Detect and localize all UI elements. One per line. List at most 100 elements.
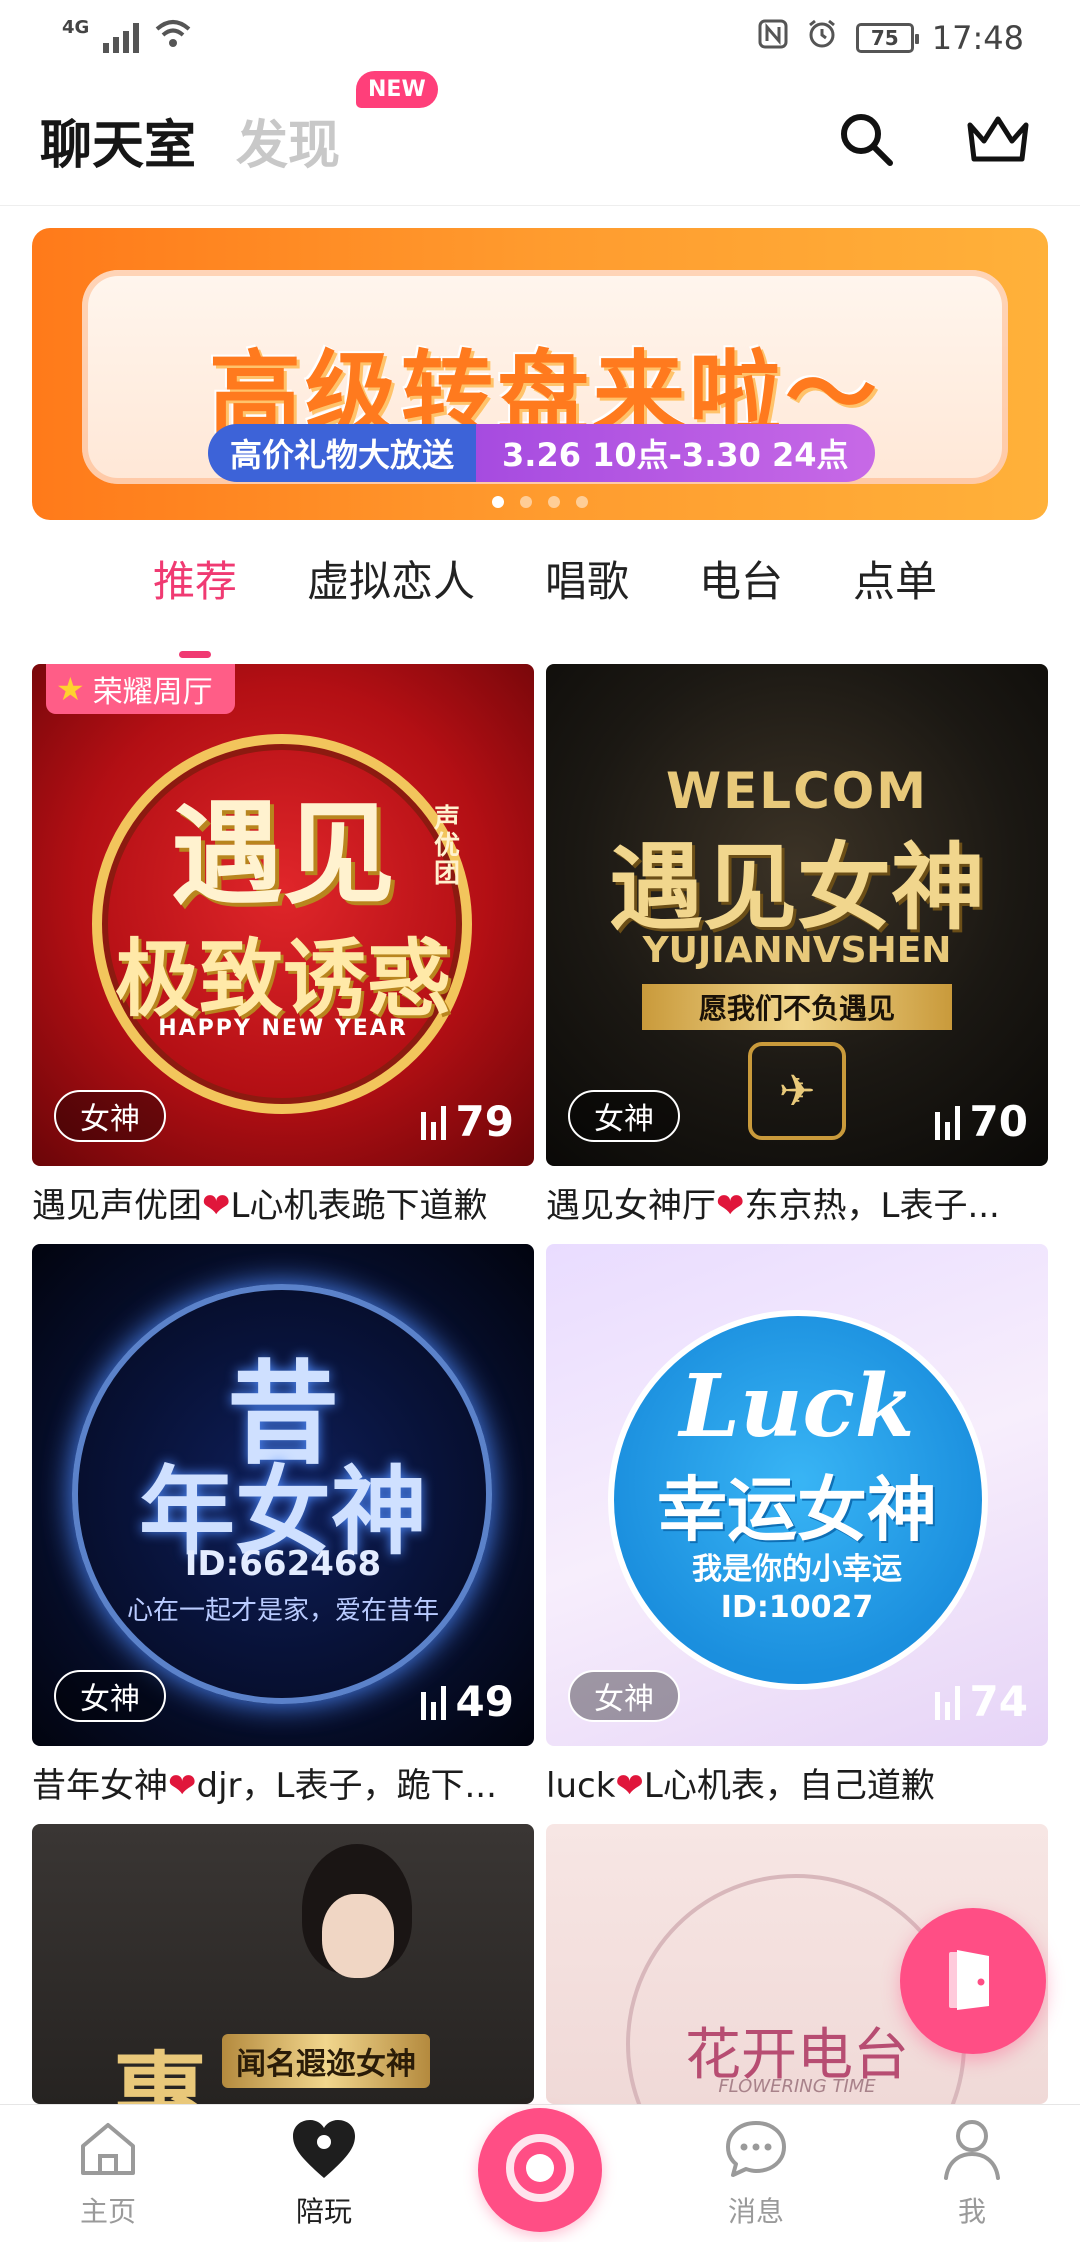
promo-banner[interactable]: 高级转盘来啦～ 高价礼物大放送 3.26 10点-3.30 24点 [32,228,1048,520]
heart-icon: ❤ [168,1766,197,1806]
room-card[interactable]: 惠 闻名遐迩女神 [32,1824,534,2104]
category-tab-virtual-lover[interactable]: 虚拟恋人 [307,548,475,638]
cover-title-1: 遇见女神 [608,834,985,943]
listener-count-value: 79 [455,1097,514,1146]
pagination-dot [520,496,532,508]
cover-subtitle: HAPPY NEW YEAR [158,1016,408,1041]
tab-discover[interactable]: 发现 NEW [236,71,438,178]
bird-logo-icon: ✈ [748,1042,846,1140]
category-tab-order[interactable]: 点单 [853,548,937,638]
room-card[interactable]: WELCOM 遇见女神 YUJIANNVSHEN 愿我们不负遇见 ✈ 女神 70… [546,664,1048,1227]
listener-count: 49 [420,1677,514,1726]
listener-count-value: 49 [455,1677,514,1726]
pagination-dot [576,496,588,508]
nav-home-label: 主页 [79,2195,136,2228]
room-card[interactable]: 遇见 声优团 极致诱惑 HAPPY NEW YEAR ★ 荣耀周厅 女神 79 … [32,664,534,1227]
door-icon [943,1944,1003,2018]
cover-id: ID:10027 [720,1590,874,1625]
battery-level: 75 [870,26,899,50]
banner-pagination [32,496,1048,508]
signal-icon [103,23,140,53]
room-title: 昔年女神❤djr，L表子，跪下... [32,1766,497,1806]
room-title: 遇见声优团❤L心机表跪下道歉 [32,1186,488,1226]
new-badge: NEW [356,71,438,108]
cover-title-1: 闻名遐迩女神 [222,2034,430,2088]
status-bar: 4G 75 17:48 [0,0,1080,76]
room-tag: 女神 [568,1090,680,1142]
alarm-icon [806,18,838,58]
star-icon: ★ [56,670,85,708]
listener-count-value: 70 [969,1097,1028,1146]
floating-room-button[interactable] [900,1908,1046,2054]
room-tag: 女神 [568,1670,680,1722]
cover-subtitle: 我是你的小幸运 [692,1552,902,1587]
pagination-dot [548,496,560,508]
banner-pill-left: 高价礼物大放送 [208,424,477,482]
center-play-button[interactable] [478,2108,602,2232]
audio-bars-icon [934,1104,960,1140]
cover-roman-text: YUJIANNVSHEN [642,930,952,971]
cover-script: Luck [679,1356,915,1457]
audio-bars-icon [420,1684,446,1720]
nav-me-label: 我 [957,2195,986,2228]
room-tag: 女神 [54,1670,166,1722]
category-tab-singing[interactable]: 唱歌 [545,548,629,638]
tab-chatroom[interactable]: 聊天室 [40,103,196,178]
room-cover: Luck 幸运女神 我是你的小幸运 ID:10027 女神 74 [546,1244,1048,1746]
nav-play[interactable]: 陪玩 [216,2105,432,2242]
honor-badge: ★ 荣耀周厅 [46,664,235,714]
audio-bars-icon [420,1104,446,1140]
cover-title-2: 极致诱惑 [114,930,451,1028]
battery-icon: 75 [855,23,919,53]
wifi-icon [153,19,193,57]
top-header: 聊天室 发现 NEW [0,71,1080,206]
search-icon[interactable] [836,109,896,173]
category-tabs: 推荐 虚拟恋人 唱歌 电台 点单 [0,548,1080,658]
nav-play-label: 陪玩 [295,2195,352,2228]
tab-discover-label: 发现 [236,116,341,176]
cover-title-1: 幸运女神 [657,1469,937,1551]
listener-count: 70 [934,1097,1028,1146]
cover-id: ID:662468 [184,1544,382,1584]
cover-subtitle: 愿我们不负遇见 [642,984,952,1030]
heart-icon: ❤ [716,1186,745,1226]
nav-message[interactable]: 消息 [648,2105,864,2242]
cover-script: FLOWERING TIME [718,2076,876,2097]
audio-bars-icon [934,1684,960,1720]
heart-icon: ❤ [202,1186,231,1226]
room-title: luck❤L心机表，自己道歉 [546,1766,935,1806]
category-tab-recommend[interactable]: 推荐 [153,548,237,658]
nav-me[interactable]: 我 [864,2105,1080,2242]
room-cover: WELCOM 遇见女神 YUJIANNVSHEN 愿我们不负遇见 ✈ 女神 70 [546,664,1048,1166]
banner-pill: 高价礼物大放送 3.26 10点-3.30 24点 [208,424,875,482]
pagination-dot [492,496,504,508]
cover-big-char: 惠 [112,2042,208,2104]
user-icon [942,2114,1002,2184]
network-type: 4G [62,17,90,38]
heart-icon: ❤ [615,1766,644,1806]
home-icon [77,2114,139,2184]
listener-count: 74 [934,1677,1028,1726]
cover-figure-face [322,1894,394,1978]
listener-count: 79 [420,1097,514,1146]
clock: 17:48 [931,19,1024,57]
banner-pill-right: 3.26 10点-3.30 24点 [476,424,875,482]
room-card[interactable]: Luck 幸运女神 我是你的小幸运 ID:10027 女神 74 luck❤L心… [546,1244,1048,1807]
cover-subtitle: 心在一起才是家，爱在昔年 [126,1596,439,1626]
chat-bubble-icon [724,2114,788,2184]
nfc-icon [758,19,788,57]
nav-home[interactable]: 主页 [0,2105,216,2242]
cover-side-text: 声优团 [434,804,461,889]
room-cover: 昔 年女神 ID:662468 心在一起才是家，爱在昔年 女神 49 [32,1244,534,1746]
honor-label: 荣耀周厅 [92,675,213,710]
heart-location-icon [291,2114,357,2184]
room-tag: 女神 [54,1090,166,1142]
room-cover: 惠 闻名遐迩女神 [32,1824,534,2104]
category-tab-radio[interactable]: 电台 [699,548,783,638]
room-card[interactable]: 昔 年女神 ID:662468 心在一起才是家，爱在昔年 女神 49 昔年女神❤… [32,1244,534,1807]
room-title: 遇见女神厅❤东京热，L表子... [546,1186,1000,1226]
crown-icon[interactable] [966,113,1030,169]
listener-count-value: 74 [969,1677,1028,1726]
nav-message-label: 消息 [727,2195,784,2228]
disc-icon [505,2133,575,2207]
